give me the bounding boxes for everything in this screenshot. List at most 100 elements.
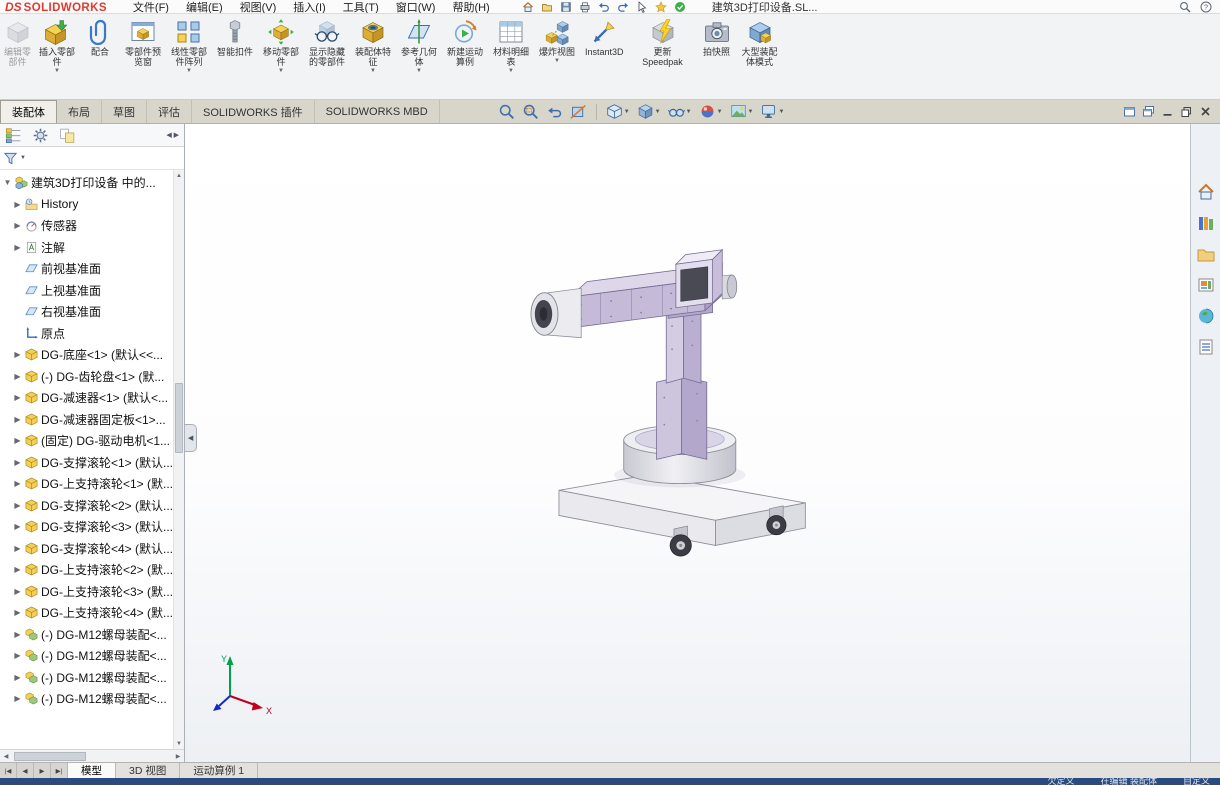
menu-tools[interactable]: 工具(T) [343,0,379,14]
hide-show-items-button[interactable]: ▼ [666,102,694,121]
assembly-features-button[interactable]: 装配体特征▼ [350,17,396,77]
panel-collapse-arrow[interactable]: ◀ [185,424,197,452]
tree-expand-icon[interactable]: ▶ [13,544,22,553]
tree-filter-bar[interactable]: ▼ [0,147,184,170]
tree-item[interactable]: ▶(-) DG-齿轮盘<1> (默... [0,366,173,388]
tree-item[interactable]: ▶DG-支撑滚轮<4> (默认... [0,538,173,560]
tree-expand-icon[interactable]: ▶ [13,479,22,488]
tree-item[interactable]: ▶(固定) DG-驱动电机<1... [0,430,173,452]
tree-expand-icon[interactable]: ▶ [13,694,22,703]
bom-button[interactable]: 材料明细表▼ [488,17,534,77]
tree-item[interactable]: ▶注解 [0,237,173,259]
star-icon[interactable] [655,1,667,13]
graphics-viewport[interactable]: Y X ◀ [185,124,1190,762]
tree-item[interactable]: ▶DG-支撑滚轮<1> (默认... [0,452,173,474]
tree-expand-icon[interactable]: ▶ [13,673,22,682]
filter-dropdown-icon[interactable]: ▼ [20,155,26,161]
smart-fasteners-button[interactable]: 智能扣件 [212,17,258,59]
menu-view[interactable]: 视图(V) [240,0,277,14]
appearances-scenes-icon[interactable] [1196,306,1216,326]
previous-view-button[interactable] [544,102,565,121]
tree-vertical-scrollbar[interactable]: ▲ ▼ [173,170,184,749]
doc-tab-motion-study-1[interactable]: 运动算例 1 [180,763,258,778]
tree-expand-icon[interactable]: ▶ [13,436,22,445]
zoom-area-button[interactable] [520,102,541,121]
horizontal-scroll-thumb[interactable] [14,752,86,761]
tree-expand-icon[interactable]: ▶ [13,651,22,660]
tab-layout[interactable]: 布局 [57,100,102,123]
instant3d-button[interactable]: Instant3D [580,17,629,59]
tree-expand-icon[interactable]: ▶ [13,458,22,467]
tab-scroll-last-button[interactable]: ▶| [51,763,68,778]
dropdown-arrow-icon[interactable]: ▼ [508,68,514,75]
tree-expand-icon[interactable]: ▶ [13,587,22,596]
tree-item[interactable]: ▶(-) DG-M12螺母装配<... [0,667,173,689]
scroll-up-icon[interactable]: ▲ [174,170,184,181]
dropdown-arrow-icon[interactable]: ▼ [655,109,661,115]
tree-item[interactable]: ▶DG-支撑滚轮<2> (默认... [0,495,173,517]
tree-item[interactable]: ▶传感器 [0,215,173,237]
configuration-manager-tab[interactable] [59,127,76,144]
snapshot-button[interactable]: 拍快照 [697,17,737,59]
scroll-right-icon[interactable]: ▶ [172,750,184,762]
solidworks-resources-icon[interactable] [1196,182,1216,202]
display-style-button[interactable]: ▼ [635,102,663,121]
dropdown-arrow-icon[interactable]: ▼ [624,109,630,115]
tree-expand-icon[interactable]: ▶ [13,221,22,230]
home-icon[interactable] [522,1,534,13]
tree-item[interactable]: ▶(-) DG-M12螺母装配<... [0,645,173,667]
exploded-view-button[interactable]: 爆炸视图▼ [534,17,580,67]
tree-item[interactable]: ▶History [0,194,173,216]
select-icon[interactable] [636,1,648,13]
restore-button[interactable] [1180,105,1193,118]
tree-item-root[interactable]: ▼建筑3D打印设备 中的... [0,172,173,194]
doc-tab-3d-views[interactable]: 3D 视图 [116,763,180,778]
dropdown-arrow-icon[interactable]: ▼ [778,109,784,115]
move-component-button[interactable]: 移动零部件▼ [258,17,304,77]
tab-scroll-prev-button[interactable]: ◀ [17,763,34,778]
tree-expand-icon[interactable]: ▶ [13,243,22,252]
show-hidden-button[interactable]: 显示隐藏的零部件 [304,17,350,69]
dropdown-arrow-icon[interactable]: ▼ [54,68,60,75]
open-icon[interactable] [541,1,553,13]
design-library-icon[interactable] [1196,213,1216,233]
menu-help[interactable]: 帮助(H) [452,0,489,14]
tree-item[interactable]: ▶(-) DG-M12螺母装配<... [0,688,173,710]
filter-funnel-icon[interactable] [3,151,18,166]
redo-icon[interactable] [617,1,629,13]
tree-item[interactable]: 前视基准面 [0,258,173,280]
tab-sketch[interactable]: 草图 [102,100,147,123]
tree-item[interactable]: 上视基准面 [0,280,173,302]
help-icon[interactable]: ? [1200,1,1212,13]
menu-file[interactable]: 文件(F) [133,0,169,14]
edit-appearance-button[interactable]: ▼ [697,102,725,121]
view-settings-button[interactable]: ▼ [758,102,786,121]
tree-item[interactable]: ▶DG-底座<1> (默认<<... [0,344,173,366]
new-window-button[interactable] [1123,105,1136,118]
reference-geometry-button[interactable]: 参考几何体▼ [396,17,442,77]
close-button[interactable] [1199,105,1212,118]
view-palette-icon[interactable] [1196,275,1216,295]
print-icon[interactable] [579,1,591,13]
tree-item[interactable]: ▶DG-减速器<1> (默认<... [0,387,173,409]
minimize-button[interactable] [1161,105,1174,118]
tree-expand-icon[interactable]: ▶ [13,415,22,424]
tree-item[interactable]: ▶DG-上支持滚轮<2> (默... [0,559,173,581]
section-view-button[interactable] [568,102,589,121]
tree-expand-icon[interactable]: ▶ [13,200,22,209]
horizontal-scroll-track[interactable] [12,750,172,762]
tree-expand-icon[interactable]: ▶ [13,522,22,531]
tab-evaluate[interactable]: 评估 [147,100,192,123]
mate-button[interactable]: 配合 [80,17,120,59]
zoom-fit-button[interactable] [496,102,517,121]
menu-edit[interactable]: 编辑(E) [186,0,223,14]
custom-properties-icon[interactable] [1196,337,1216,357]
assembly-3d-model[interactable] [185,124,1190,762]
vertical-scroll-thumb[interactable] [175,383,183,453]
doc-tab-model[interactable]: 模型 [68,763,116,778]
save-icon[interactable] [560,1,572,13]
tab-scroll-next-button[interactable]: ▶ [34,763,51,778]
view-orientation-button[interactable]: ▼ [604,102,632,121]
tree-horizontal-scrollbar[interactable]: ◀ ▶ [0,749,184,762]
scroll-down-icon[interactable]: ▼ [174,738,184,749]
